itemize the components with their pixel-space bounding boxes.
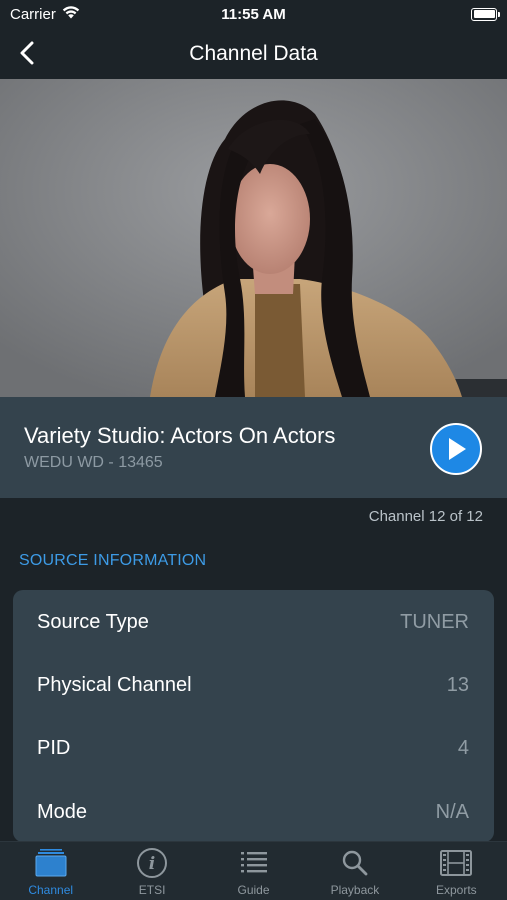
tab-bar: Channel i ETSI Guide Playback Exports bbox=[0, 841, 507, 900]
channel-icon bbox=[34, 848, 68, 878]
tab-label: Channel bbox=[28, 883, 74, 897]
svg-text:i: i bbox=[149, 854, 155, 874]
page-title: Channel Data bbox=[189, 41, 318, 65]
chevron-left-icon bbox=[20, 41, 34, 65]
wifi-icon bbox=[62, 5, 80, 23]
video-frame-image bbox=[0, 79, 507, 397]
back-button[interactable] bbox=[12, 38, 42, 68]
tab-guide[interactable]: Guide bbox=[203, 842, 304, 900]
status-bar: Carrier 11:55 AM bbox=[0, 0, 507, 28]
info-value: TUNER bbox=[400, 611, 469, 633]
tab-label: ETSI bbox=[138, 883, 166, 897]
info-row-pid: PID 4 bbox=[13, 717, 494, 780]
tab-label: Playback bbox=[330, 883, 380, 897]
info-row-physical-channel: Physical Channel 13 bbox=[13, 654, 494, 717]
info-value: 4 bbox=[457, 737, 469, 759]
tab-playback[interactable]: Playback bbox=[304, 842, 405, 900]
info-icon: i bbox=[135, 848, 169, 878]
info-row-source-type: Source Type TUNER bbox=[13, 591, 494, 654]
info-label: Mode bbox=[37, 801, 88, 823]
info-row-mode: Mode N/A bbox=[13, 781, 494, 844]
channel-count: Channel 12 of 12 bbox=[368, 508, 483, 525]
carrier-label: Carrier bbox=[10, 5, 56, 23]
tab-label: Exports bbox=[435, 883, 477, 897]
film-icon bbox=[439, 848, 473, 878]
info-label: Source Type bbox=[37, 611, 149, 633]
info-value: 13 bbox=[446, 674, 469, 696]
play-icon bbox=[449, 438, 466, 460]
battery-icon bbox=[471, 7, 500, 21]
info-label: PID bbox=[37, 737, 71, 759]
program-title: Variety Studio: Actors On Actors bbox=[24, 423, 336, 448]
tab-exports[interactable]: Exports bbox=[406, 842, 507, 900]
search-icon bbox=[338, 848, 372, 878]
video-player[interactable] bbox=[0, 79, 507, 397]
tab-channel[interactable]: Channel bbox=[0, 842, 101, 900]
info-value: N/A bbox=[435, 801, 469, 823]
tab-etsi[interactable]: i ETSI bbox=[101, 842, 202, 900]
status-left: Carrier bbox=[10, 5, 80, 23]
list-icon bbox=[237, 848, 271, 878]
program-subtitle: WEDU WD - 13465 bbox=[24, 454, 163, 471]
nav-bar: Channel Data bbox=[0, 28, 507, 79]
tab-label: Guide bbox=[237, 883, 270, 897]
section-header-source-information: SOURCE INFORMATION bbox=[19, 552, 207, 569]
source-info-card: Source Type TUNER Physical Channel 13 PI… bbox=[13, 590, 494, 842]
info-label: Physical Channel bbox=[37, 674, 192, 696]
play-button[interactable] bbox=[430, 423, 482, 475]
